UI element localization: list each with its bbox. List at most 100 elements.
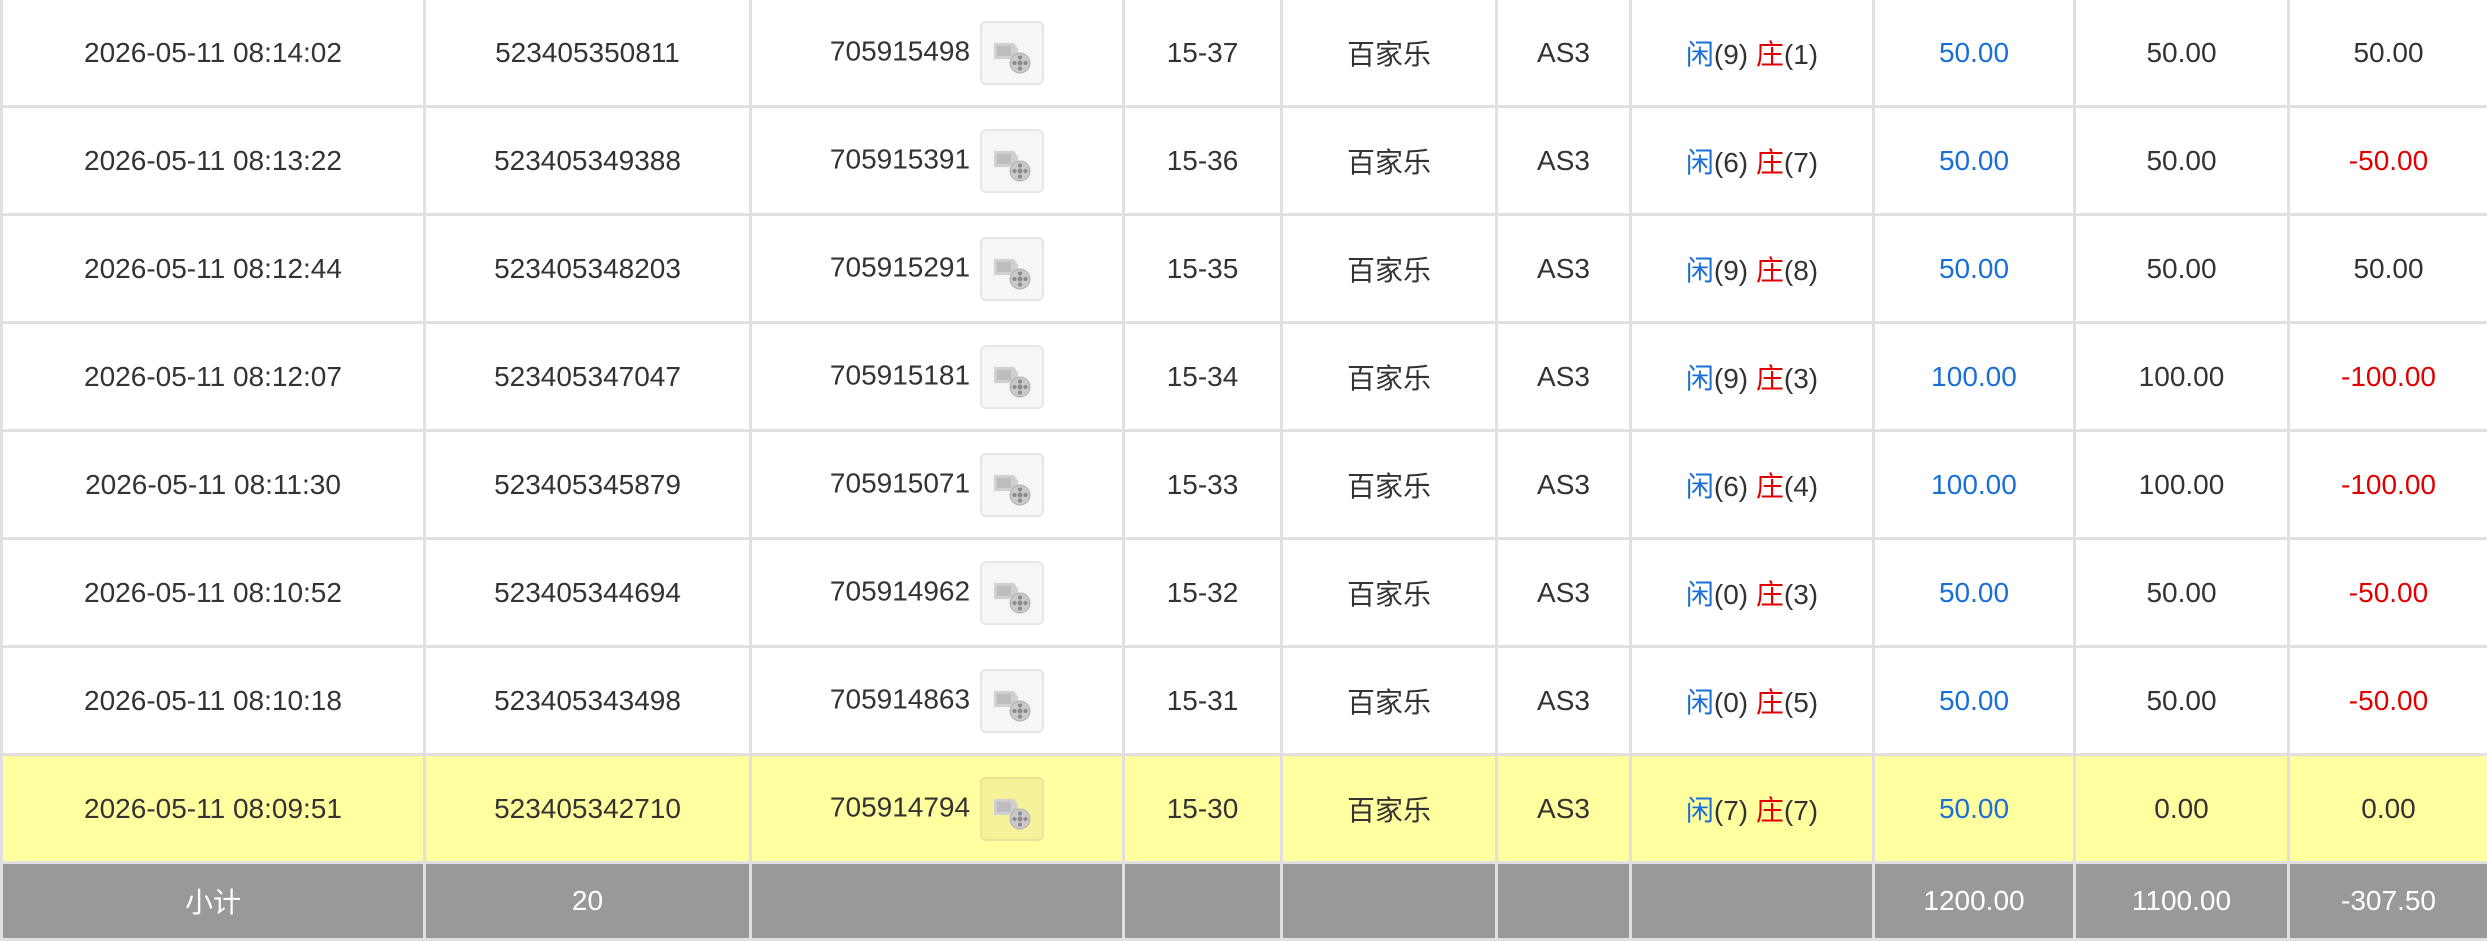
player-label: 闲: [1686, 687, 1714, 718]
order-number: 523405342710: [425, 755, 751, 863]
game-number: 705915391: [830, 143, 970, 174]
bet-amount: 50.00: [1874, 215, 2075, 323]
video-replay-icon[interactable]: [980, 129, 1044, 193]
video-replay-icon[interactable]: [980, 669, 1044, 733]
video-replay-icon[interactable]: [980, 453, 1044, 517]
order-number: 523405348203: [425, 215, 751, 323]
game-number: 705915291: [830, 251, 970, 282]
table-code: AS3: [1497, 647, 1631, 755]
bet-amount: 50.00: [1874, 107, 2075, 215]
valid-bet: 50.00: [2075, 215, 2289, 323]
banker-label: 庄: [1756, 687, 1784, 718]
banker-label: 庄: [1756, 147, 1784, 178]
bet-amount: 100.00: [1874, 323, 2075, 431]
valid-bet: 100.00: [2075, 431, 2289, 539]
table-row: 2026-05-11 08:10:18 523405343498 7059148…: [2, 647, 2487, 755]
game-result: 闲(7) 庄(7): [1631, 755, 1874, 863]
bet-time: 2026-05-11 08:12:44: [2, 215, 425, 323]
shoe-round: 15-36: [1124, 107, 1282, 215]
valid-bet: 50.00: [2075, 647, 2289, 755]
player-points: (9): [1714, 39, 1748, 70]
player-points: (6): [1714, 147, 1748, 178]
shoe-round: 15-30: [1124, 755, 1282, 863]
table-row: 2026-05-11 08:11:30 523405345879 7059150…: [2, 431, 2487, 539]
table-row: 2026-05-11 08:14:02 523405350811 7059154…: [2, 0, 2487, 107]
bet-time: 2026-05-11 08:12:07: [2, 323, 425, 431]
order-number: 523405347047: [425, 323, 751, 431]
game-result: 闲(0) 庄(3): [1631, 539, 1874, 647]
valid-bet: 0.00: [2075, 755, 2289, 863]
video-replay-icon[interactable]: [980, 345, 1044, 409]
game-type: 百家乐: [1282, 107, 1497, 215]
banker-label: 庄: [1756, 795, 1784, 826]
game-result: 闲(9) 庄(8): [1631, 215, 1874, 323]
subtotal-result: -307.50: [2289, 863, 2487, 940]
player-label: 闲: [1686, 579, 1714, 610]
game-type: 百家乐: [1282, 215, 1497, 323]
win-loss: -50.00: [2289, 107, 2487, 215]
video-replay-icon[interactable]: [980, 777, 1044, 841]
game-result: 闲(0) 庄(5): [1631, 647, 1874, 755]
valid-bet: 50.00: [2075, 0, 2289, 107]
banker-label: 庄: [1756, 471, 1784, 502]
banker-label: 庄: [1756, 255, 1784, 286]
bet-time: 2026-05-11 08:13:22: [2, 107, 425, 215]
game-number-cell: 705915071: [751, 431, 1124, 539]
player-label: 闲: [1686, 147, 1714, 178]
banker-label: 庄: [1756, 579, 1784, 610]
valid-bet: 100.00: [2075, 323, 2289, 431]
banker-label: 庄: [1756, 39, 1784, 70]
game-type: 百家乐: [1282, 323, 1497, 431]
bet-amount: 50.00: [1874, 0, 2075, 107]
bet-amount: 50.00: [1874, 755, 2075, 863]
player-label: 闲: [1686, 363, 1714, 394]
order-number: 523405344694: [425, 539, 751, 647]
subtotal-count: 20: [425, 863, 751, 940]
game-number-cell: 705915291: [751, 215, 1124, 323]
video-replay-icon[interactable]: [980, 21, 1044, 85]
video-replay-icon[interactable]: [980, 561, 1044, 625]
table-body: 2026-05-11 08:14:02 523405350811 7059154…: [2, 0, 2487, 863]
banker-points: (7): [1784, 795, 1818, 826]
bet-time: 2026-05-11 08:10:18: [2, 647, 425, 755]
player-points: (0): [1714, 687, 1748, 718]
valid-bet: 50.00: [2075, 107, 2289, 215]
bet-records-table: 2026-05-11 08:14:02 523405350811 7059154…: [0, 0, 2487, 941]
game-type: 百家乐: [1282, 647, 1497, 755]
subtotal-valid: 1100.00: [2075, 863, 2289, 940]
game-result: 闲(9) 庄(1): [1631, 0, 1874, 107]
player-points: (9): [1714, 255, 1748, 286]
bet-time: 2026-05-11 08:10:52: [2, 539, 425, 647]
table-code: AS3: [1497, 215, 1631, 323]
order-number: 523405350811: [425, 0, 751, 107]
player-points: (6): [1714, 471, 1748, 502]
win-loss: -100.00: [2289, 323, 2487, 431]
banker-label: 庄: [1756, 363, 1784, 394]
banker-points: (1): [1784, 39, 1818, 70]
player-label: 闲: [1686, 795, 1714, 826]
game-number-cell: 705915498: [751, 0, 1124, 107]
game-number-cell: 705914962: [751, 539, 1124, 647]
table-code: AS3: [1497, 0, 1631, 107]
bet-time: 2026-05-11 08:11:30: [2, 431, 425, 539]
banker-points: (7): [1784, 147, 1818, 178]
game-number: 705915498: [830, 35, 970, 66]
bet-amount: 50.00: [1874, 647, 2075, 755]
bet-amount: 50.00: [1874, 539, 2075, 647]
table-row: 2026-05-11 08:12:07 523405347047 7059151…: [2, 323, 2487, 431]
game-type: 百家乐: [1282, 431, 1497, 539]
subtotal-row: 小计 20 1200.00 1100.00 -307.50: [2, 863, 2487, 940]
video-replay-icon[interactable]: [980, 237, 1044, 301]
table-code: AS3: [1497, 755, 1631, 863]
win-loss: 50.00: [2289, 215, 2487, 323]
game-number: 705915181: [830, 359, 970, 390]
banker-points: (3): [1784, 579, 1818, 610]
shoe-round: 15-37: [1124, 0, 1282, 107]
order-number: 523405345879: [425, 431, 751, 539]
win-loss: -50.00: [2289, 539, 2487, 647]
subtotal-label: 小计: [2, 863, 425, 940]
game-number-cell: 705914794: [751, 755, 1124, 863]
bet-time: 2026-05-11 08:09:51: [2, 755, 425, 863]
table-row: 2026-05-11 08:09:51 523405342710 7059147…: [2, 755, 2487, 863]
game-number-cell: 705915181: [751, 323, 1124, 431]
